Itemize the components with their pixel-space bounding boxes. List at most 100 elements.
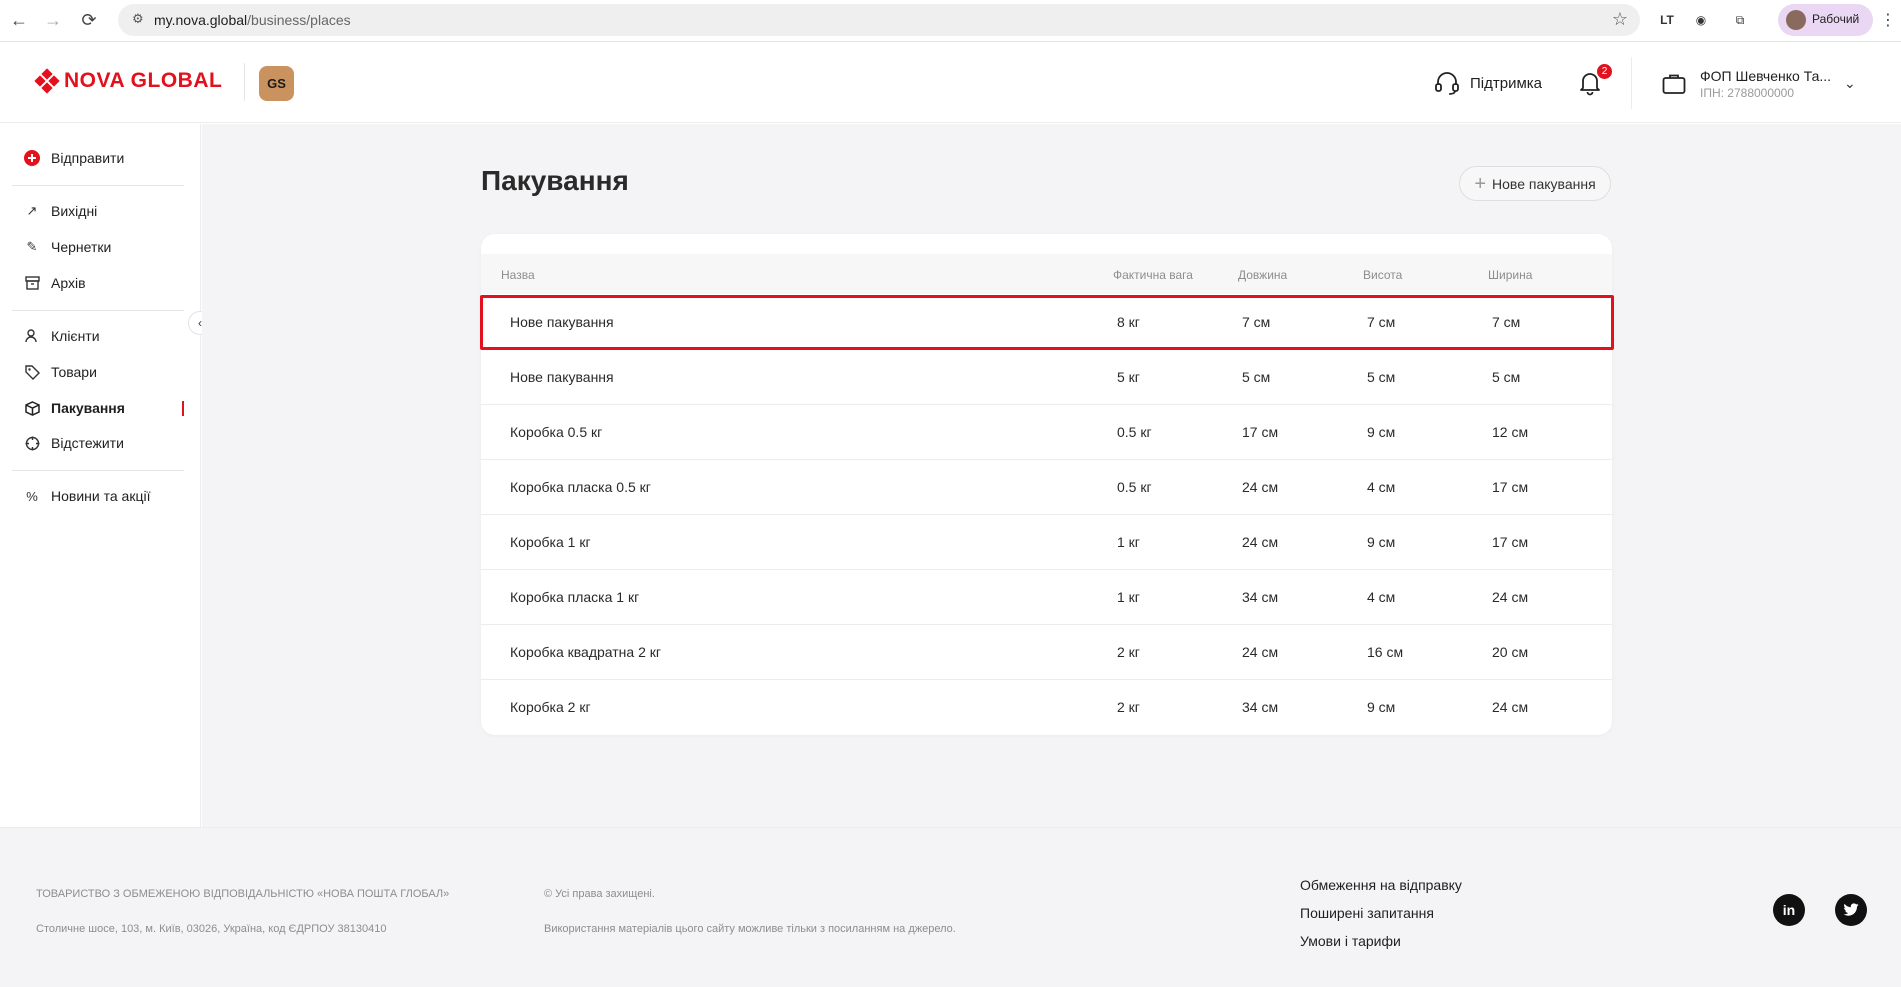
languagetool-extension-icon[interactable]: LT [1657, 10, 1677, 30]
sidebar-divider [12, 310, 184, 311]
cell-width: 5 см [1492, 369, 1521, 385]
sidebar-item-label: Вихідні [51, 203, 98, 219]
table-header: Назва Фактична вага Довжина Висота Ширин… [481, 254, 1612, 294]
packaging-table: Назва Фактична вага Довжина Висота Ширин… [480, 234, 1614, 735]
camera-extension-icon[interactable]: ◉ [1691, 10, 1711, 30]
table-row[interactable]: Коробка квадратна 2 кг 2 кг 24 см 16 см … [481, 625, 1612, 680]
cell-length: 24 см [1242, 644, 1279, 660]
sidebar-item-send[interactable]: Відправити [24, 150, 124, 166]
cell-weight: 1 кг [1117, 534, 1140, 550]
account-tax-id: ІПН: 2788000000 [1700, 86, 1795, 100]
sidebar-item-archive[interactable]: Архів [24, 275, 86, 291]
sidebar-divider [12, 185, 184, 186]
row-highlight-outline [480, 295, 1614, 350]
cell-height: 9 см [1367, 424, 1396, 440]
support-label: Підтримка [1470, 74, 1543, 92]
cell-length: 24 см [1242, 534, 1279, 550]
cell-weight: 0.5 кг [1117, 479, 1152, 495]
sidebar-item-track[interactable]: Відстежити [24, 435, 124, 451]
cell-name: Коробка 0.5 кг [510, 424, 603, 440]
table-row[interactable]: Коробка 0.5 кг 0.5 кг 17 см 9 см 12 см [481, 405, 1612, 460]
table-row[interactable]: Коробка пласка 1 кг 1 кг 34 см 4 см 24 с… [481, 570, 1612, 625]
cell-length: 5 см [1242, 369, 1271, 385]
profile-button[interactable]: Рабочий [1778, 4, 1873, 36]
new-packaging-button[interactable]: + Нове пакування [1459, 166, 1611, 201]
bookmark-star-icon[interactable]: ☆ [1612, 9, 1628, 30]
page-title: Пакування [481, 165, 629, 196]
main-content: Пакування + Нове пакування Назва Фактичн… [202, 124, 1901, 827]
column-header-length[interactable]: Довжина [1238, 268, 1287, 282]
cell-weight: 1 кг [1117, 589, 1140, 605]
twitter-icon[interactable] [1835, 894, 1867, 926]
footer-address: Столичне шосе, 103, м. Київ, 03026, Укра… [36, 923, 387, 935]
footer-link-restrictions[interactable]: Обмеження на відправку [1300, 877, 1462, 893]
header-divider [244, 63, 245, 101]
nova-global-logo[interactable]: NOVA GLOBAL [34, 68, 222, 94]
account-name: ФОП Шевченко Та... [1700, 68, 1832, 84]
cell-name: Коробка 2 кг [510, 699, 591, 715]
footer-link-faq[interactable]: Поширені запитання [1300, 905, 1434, 921]
footer-link-terms[interactable]: Умови і тарифи [1300, 933, 1401, 949]
cell-width: 20 см [1492, 644, 1529, 660]
browser-menu-icon[interactable]: ⋮ [1880, 10, 1896, 30]
cell-height: 9 см [1367, 534, 1396, 550]
extensions-puzzle-icon[interactable]: ⧉ [1730, 10, 1750, 30]
cell-name: Коробка квадратна 2 кг [510, 644, 661, 660]
sidebar-item-outgoing[interactable]: ↗ Вихідні [24, 203, 98, 219]
sidebar-item-label: Товари [51, 364, 97, 380]
avatar [1786, 10, 1806, 30]
table-row[interactable]: Коробка 2 кг 2 кг 34 см 9 см 24 см [481, 680, 1612, 735]
sidebar-item-label: Пакування [51, 400, 125, 416]
column-header-weight[interactable]: Фактична вага [1113, 268, 1193, 282]
url-text: my.nova.global/business/places [154, 12, 351, 28]
sidebar-item-label: Відправити [51, 150, 125, 166]
footer-usage: Використання матеріалів цього сайту можл… [544, 923, 956, 935]
plus-circle-icon [24, 150, 40, 166]
archive-box-icon [24, 275, 40, 291]
sidebar-item-packaging[interactable]: Пакування [24, 400, 125, 416]
sidebar: Відправити ↗ Вихідні ✎ Чернетки Архів Кл… [0, 124, 212, 827]
support-link[interactable]: Підтримка [1434, 71, 1542, 95]
cell-height: 9 см [1367, 699, 1396, 715]
cell-weight: 2 кг [1117, 699, 1140, 715]
footer: ТОВАРИСТВО З ОБМЕЖЕНОЮ ВІДПОВІДАЛЬНІСТЮ … [0, 827, 1901, 987]
box-icon [24, 400, 40, 416]
cell-weight: 2 кг [1117, 644, 1140, 660]
sidebar-divider [12, 470, 184, 471]
browser-toolbar: ← → ⟳ ⚙ my.nova.global/business/places ☆… [0, 0, 1901, 42]
cell-width: 12 см [1492, 424, 1529, 440]
app-header: NOVA GLOBAL GS Підтримка 2 ФОП Шевченко … [0, 43, 1901, 123]
back-icon[interactable]: ← [8, 9, 30, 31]
cell-height: 4 см [1367, 589, 1396, 605]
cell-weight: 0.5 кг [1117, 424, 1152, 440]
address-bar[interactable]: ⚙ my.nova.global/business/places ☆ [118, 4, 1640, 36]
sidebar-item-goods[interactable]: Товари [24, 364, 97, 380]
gs-badge[interactable]: GS [259, 66, 294, 101]
sidebar-item-drafts[interactable]: ✎ Чернетки [24, 239, 112, 255]
sidebar-item-clients[interactable]: Клієнти [24, 328, 100, 344]
cell-weight: 5 кг [1117, 369, 1140, 385]
sidebar-item-label: Чернетки [51, 239, 112, 255]
profile-label: Рабочий [1812, 12, 1860, 26]
cell-length: 24 см [1242, 479, 1279, 495]
site-info-icon[interactable]: ⚙ [132, 11, 148, 27]
tag-icon [24, 364, 40, 380]
plus-icon: + [1474, 172, 1487, 195]
table-row[interactable]: Нове пакування 5 кг 5 см 5 см 5 см [481, 350, 1612, 405]
cell-name: Нове пакування [510, 369, 614, 385]
forward-icon[interactable]: → [42, 9, 64, 31]
reload-icon[interactable]: ⟳ [78, 9, 100, 31]
sidebar-item-label: Клієнти [51, 328, 100, 344]
cell-length: 34 см [1242, 589, 1279, 605]
table-row[interactable]: Коробка 1 кг 1 кг 24 см 9 см 17 см [481, 515, 1612, 570]
sidebar-item-news[interactable]: % Новини та акції [24, 488, 150, 504]
footer-rights: © Усі права захищені. [544, 888, 655, 900]
cell-length: 17 см [1242, 424, 1279, 440]
header-divider-right [1631, 57, 1632, 109]
column-header-name[interactable]: Назва [501, 268, 535, 282]
column-header-width[interactable]: Ширина [1488, 268, 1532, 282]
column-header-height[interactable]: Висота [1363, 268, 1402, 282]
table-row[interactable]: Коробка пласка 0.5 кг 0.5 кг 24 см 4 см … [481, 460, 1612, 515]
percent-icon: % [26, 488, 38, 504]
linkedin-icon[interactable]: in [1773, 894, 1805, 926]
